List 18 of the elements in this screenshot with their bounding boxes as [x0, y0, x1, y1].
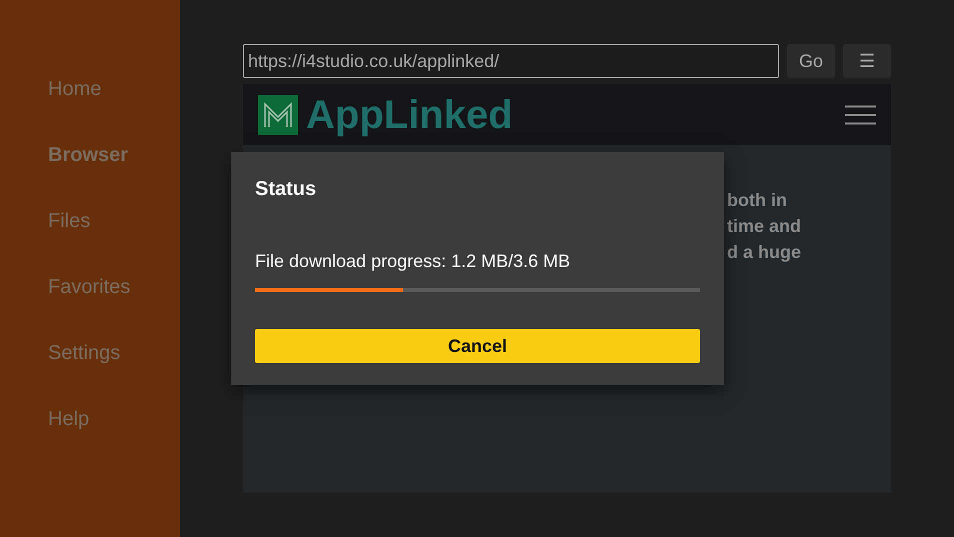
cancel-button[interactable]: Cancel: [255, 329, 700, 363]
menu-button[interactable]: ☰: [843, 44, 891, 78]
go-button[interactable]: Go: [787, 44, 835, 78]
sidebar-item[interactable]: Settings: [0, 320, 180, 386]
sidebar-item[interactable]: Help: [0, 386, 180, 452]
dialog-title: Status: [255, 177, 318, 202]
sidebar-item[interactable]: Home: [0, 56, 180, 122]
paragraph-text: both in: [727, 189, 788, 212]
sidebar-item[interactable]: Browser: [0, 122, 180, 188]
paragraph-text: time and: [727, 215, 802, 238]
sidebar-item[interactable]: Favorites: [0, 254, 180, 320]
progress-message: File download progress: 1.2 MB/3.6 MB: [255, 250, 572, 273]
menu-icon[interactable]: [845, 104, 876, 124]
paragraph-text: d a huge: [727, 241, 802, 264]
sidebar-item[interactable]: Files: [0, 188, 180, 254]
logo-icon: [258, 94, 298, 134]
logo-text: AppLinked: [306, 94, 513, 134]
url-field[interactable]: https://i4studio.co.uk/applinked/: [243, 44, 779, 78]
